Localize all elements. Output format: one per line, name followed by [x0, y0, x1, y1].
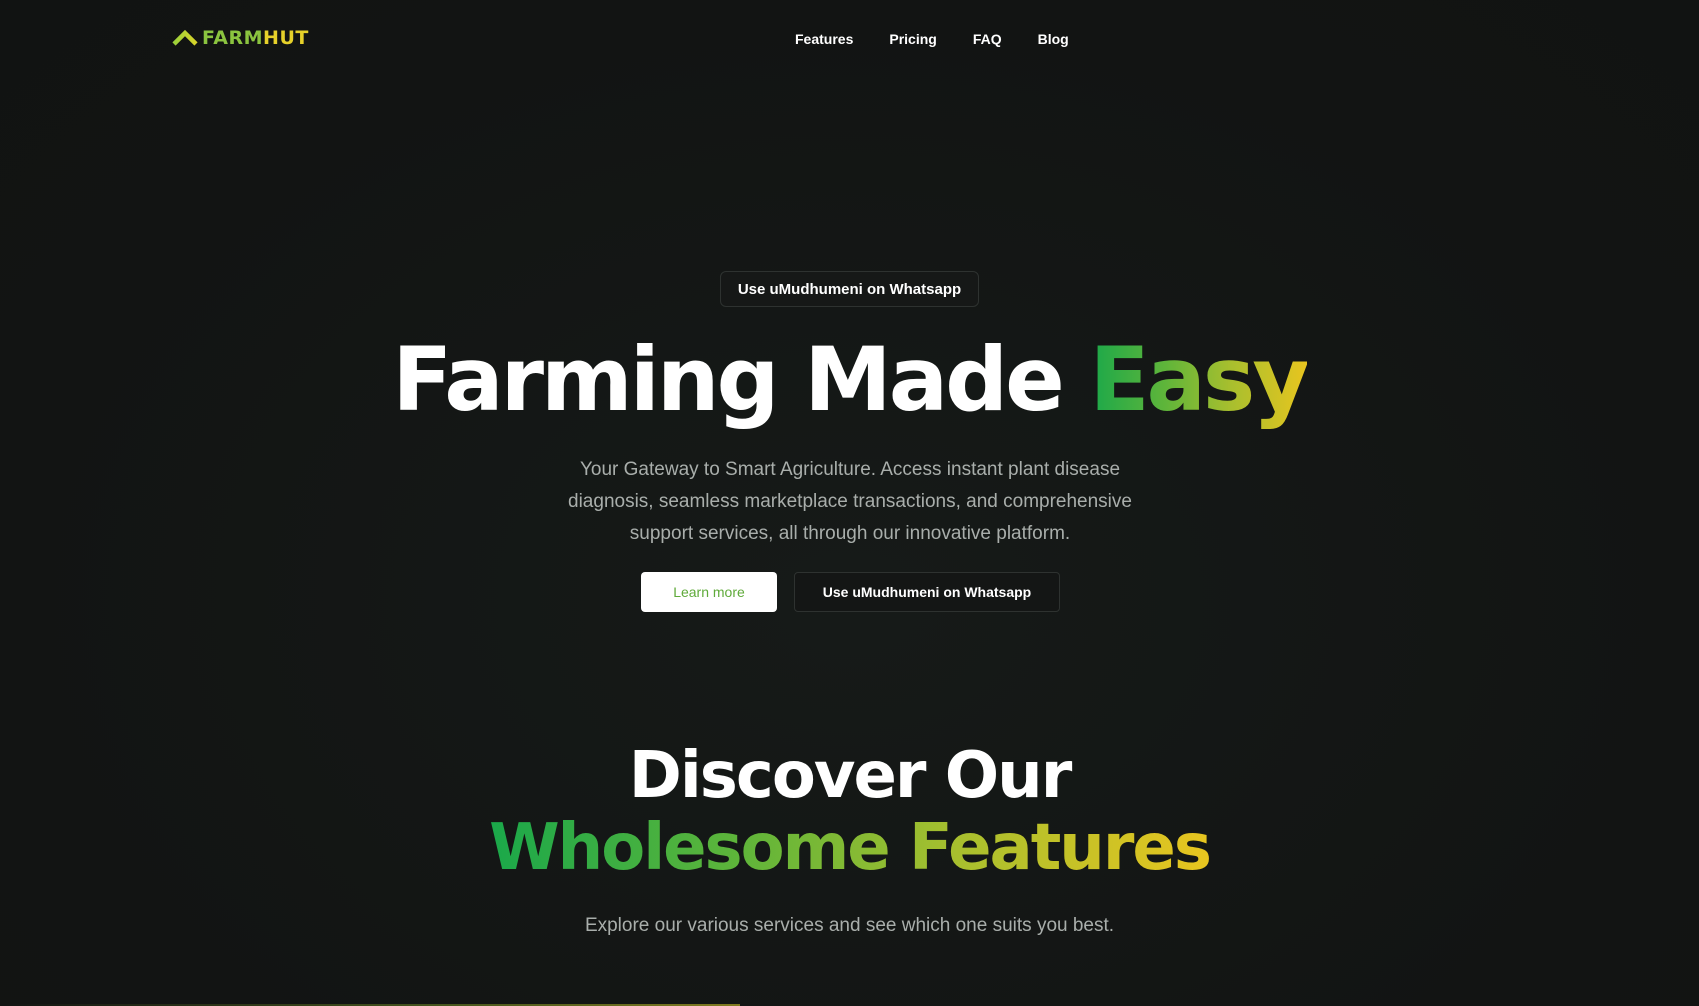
landing-page: FARMHUT Features Pricing FAQ Blog Use uM… [0, 0, 1699, 1006]
features-subtitle: Explore our various services and see whi… [584, 915, 1115, 936]
hero-actions: Learn more Use uMudhumeni on Whatsapp [641, 572, 1060, 612]
learn-more-button[interactable]: Learn more [641, 572, 777, 612]
logo[interactable]: FARMHUT [172, 26, 309, 50]
whatsapp-button[interactable]: Use uMudhumeni on Whatsapp [794, 572, 1060, 612]
main-nav: Features Pricing FAQ Blog [795, 29, 1105, 49]
hero-title: Farming Made Easy [0, 325, 1699, 435]
nav-link-blog[interactable]: Blog [1038, 29, 1069, 49]
logo-text: FARMHUT [202, 27, 309, 49]
hero-title-plain: Farming Made [392, 328, 1090, 431]
logo-text-hut: HUT [263, 27, 309, 49]
chevron-up-icon [172, 29, 198, 46]
nav-link-faq[interactable]: FAQ [973, 29, 1002, 49]
hero-title-accent: Easy [1089, 328, 1309, 431]
logo-text-farm: FARM [202, 27, 264, 49]
features-title-line2: Wholesome Features [489, 811, 1212, 885]
hero-subtitle: Your Gateway to Smart Agriculture. Acces… [568, 459, 1132, 544]
features-title-line1: Discover Our [628, 739, 1073, 813]
nav-link-features[interactable]: Features [795, 29, 853, 49]
features-title: Discover Our Wholesome Features [0, 740, 1699, 884]
nav-link-pricing[interactable]: Pricing [889, 29, 936, 49]
whatsapp-badge[interactable]: Use uMudhumeni on Whatsapp [720, 271, 979, 307]
